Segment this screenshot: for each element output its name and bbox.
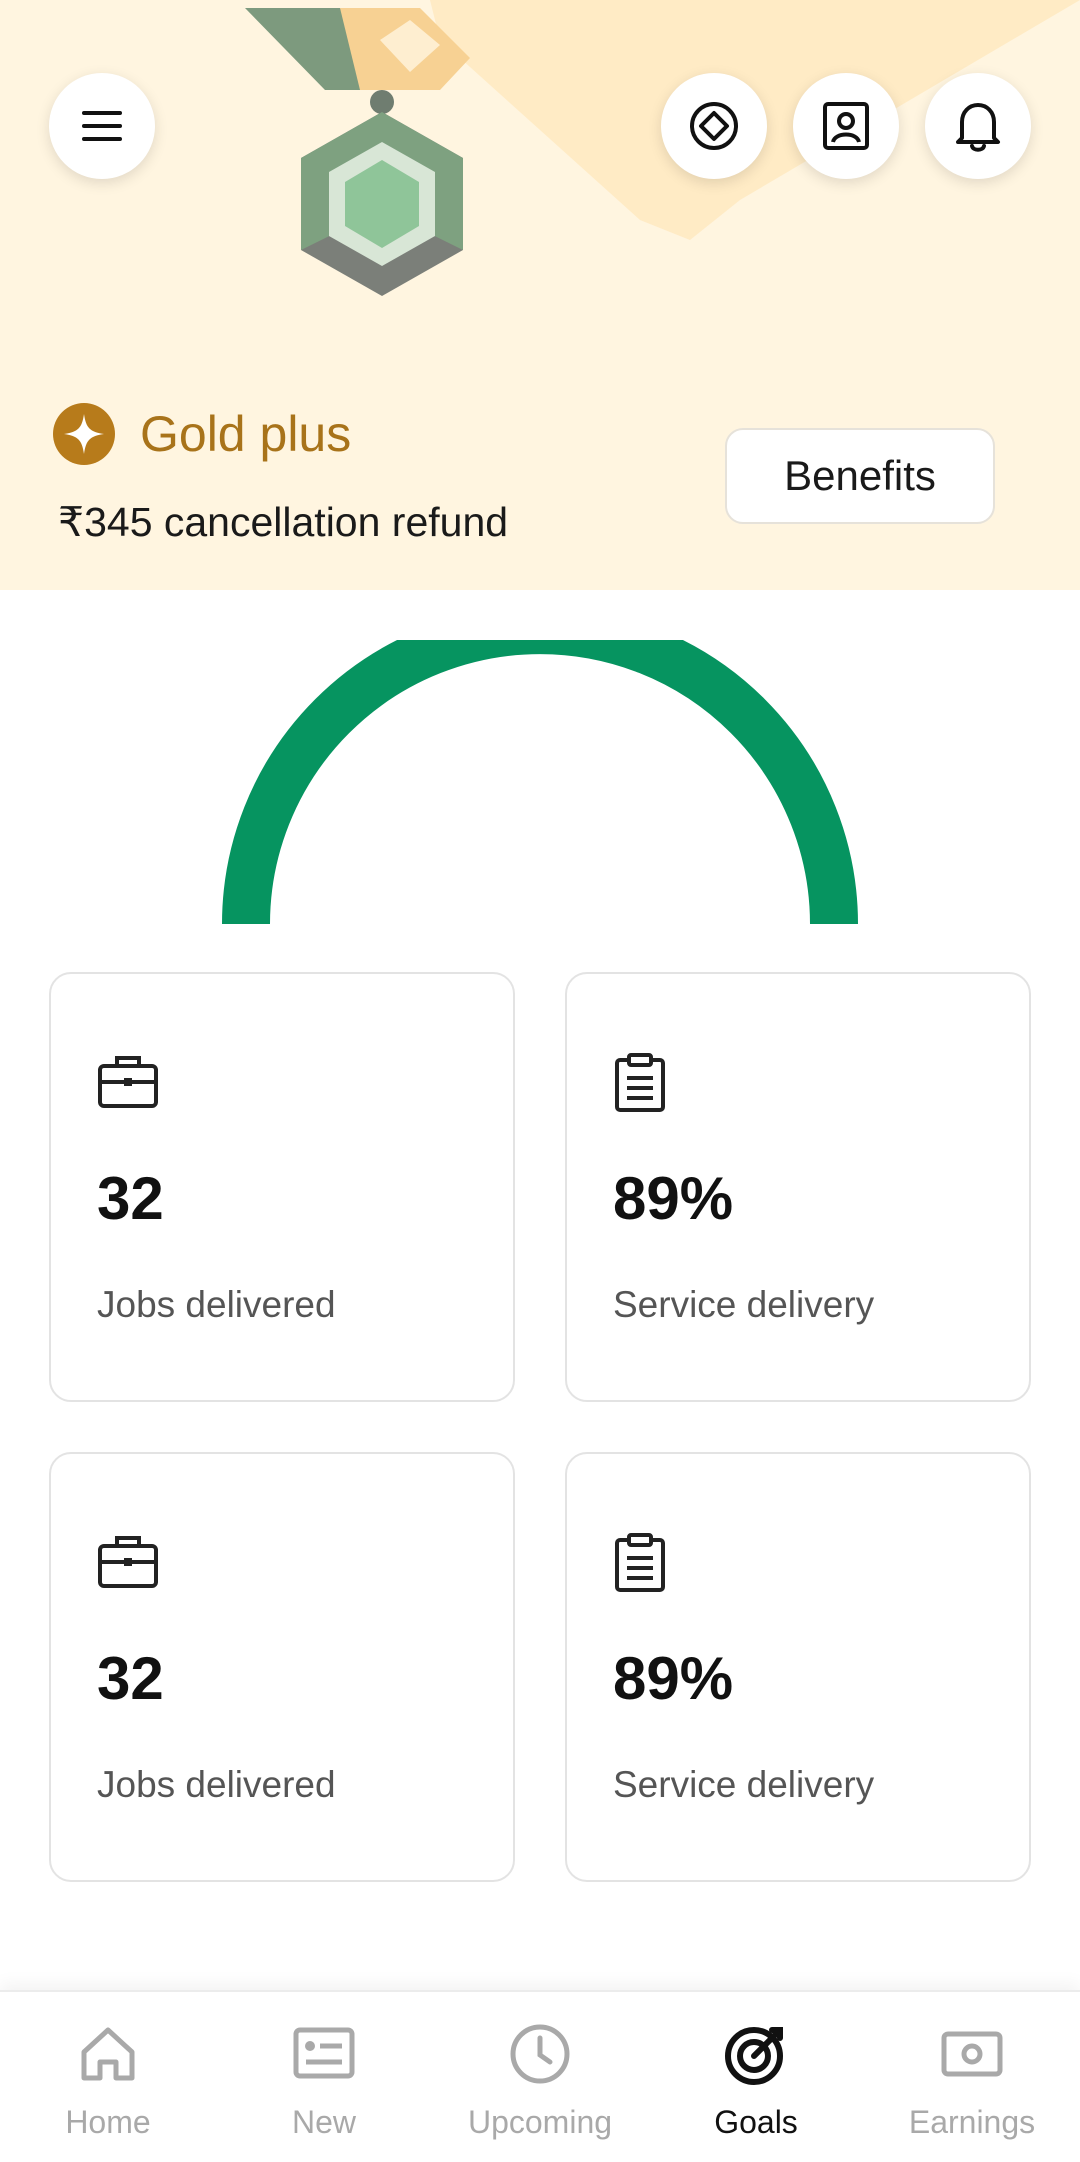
- stat-value: 32: [97, 1165, 164, 1232]
- profile-button[interactable]: [793, 73, 899, 179]
- nav-upcoming[interactable]: Upcoming: [432, 1992, 648, 2162]
- clipboard-icon: [615, 1533, 665, 1592]
- nav-label: New: [291, 2104, 356, 2140]
- gauge-arc: [222, 640, 858, 924]
- rating-gauge: [0, 640, 1080, 924]
- hamburger-menu-icon: [82, 111, 122, 141]
- bell-icon: [956, 103, 1000, 152]
- stat-value: 89%: [613, 1645, 734, 1712]
- nav-home[interactable]: Home: [0, 1992, 216, 2162]
- nav-label: Upcoming: [467, 2104, 613, 2140]
- nav-new[interactable]: New: [216, 1992, 432, 2162]
- profile-card-icon: [823, 102, 869, 150]
- benefits-button[interactable]: Benefits: [725, 428, 995, 524]
- stat-card-service: 89% Service delivery: [565, 972, 1031, 1402]
- gold-star-badge-icon: [53, 403, 115, 465]
- nav-label: Home: [65, 2104, 151, 2140]
- nav-label: Earnings: [908, 2104, 1036, 2140]
- nav-goals[interactable]: Goals: [648, 1992, 864, 2162]
- badge-button[interactable]: [661, 73, 767, 179]
- stat-card-service: 89% Service delivery: [565, 1452, 1031, 1882]
- notifications-button[interactable]: [925, 73, 1031, 179]
- bottom-nav: Home New Upcoming Goals Earnings: [0, 1990, 1080, 2162]
- nav-earnings[interactable]: Earnings: [864, 1992, 1080, 2162]
- stat-card-jobs: 32 Jobs delivered: [49, 1452, 515, 1882]
- clipboard-icon: [615, 1053, 665, 1112]
- hexagon-medal-icon: [301, 90, 463, 296]
- nav-label: Goals: [714, 2104, 798, 2140]
- stat-label: Jobs delivered: [97, 1764, 336, 1805]
- new-list-icon: [293, 2027, 355, 2079]
- tier-header: Gold plus ₹345 cancellation refund Benef…: [0, 0, 1080, 590]
- refund-text: ₹345 cancellation refund: [58, 499, 509, 545]
- home-icon: [81, 2027, 135, 2081]
- briefcase-icon: [98, 1056, 158, 1108]
- briefcase-icon: [98, 1536, 158, 1588]
- target-icon: [725, 2027, 783, 2085]
- stat-card-jobs: 32 Jobs delivered: [49, 972, 515, 1402]
- tier-name: Gold plus: [140, 406, 352, 462]
- cash-icon: [941, 2031, 1003, 2077]
- tier-row: Gold plus: [52, 402, 351, 466]
- stat-label: Service delivery: [613, 1764, 875, 1805]
- badge-diamond-icon: [690, 102, 738, 150]
- stat-label: Service delivery: [613, 1284, 875, 1325]
- stat-value: 89%: [613, 1165, 734, 1232]
- clock-icon: [510, 2024, 570, 2084]
- stat-label: Jobs delivered: [97, 1284, 336, 1325]
- stat-value: 32: [97, 1645, 164, 1712]
- menu-button[interactable]: [49, 73, 155, 179]
